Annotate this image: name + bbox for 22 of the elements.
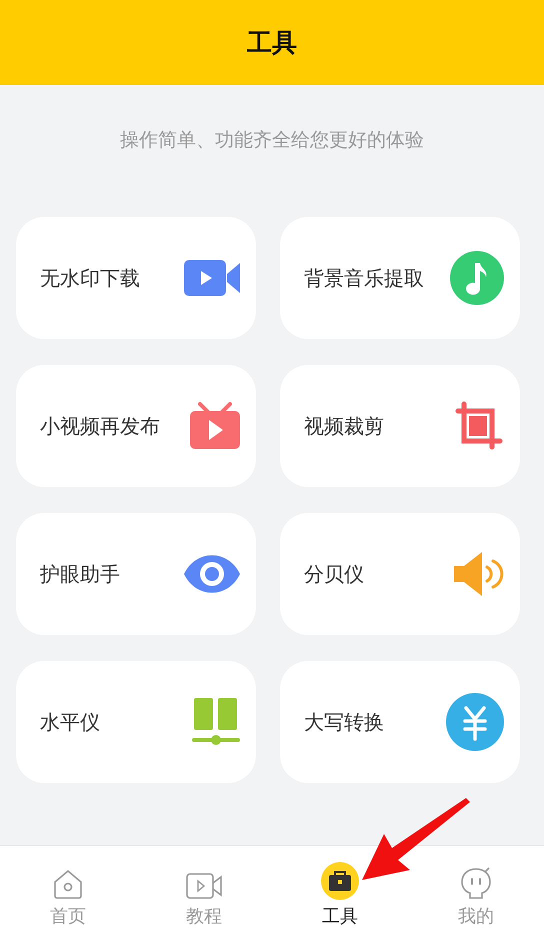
tool-card[interactable]: 分贝仪 [280, 513, 520, 635]
subtitle: 操作简单、功能齐全给您更好的体验 [120, 128, 424, 153]
tool-card[interactable]: 护眼助手 [16, 513, 256, 635]
tool-card[interactable]: 无水印下载 [16, 217, 256, 339]
eye-icon [184, 555, 240, 593]
header-title: 工具 [247, 27, 297, 59]
speaker-icon [454, 552, 504, 596]
tool-card[interactable]: 小视频再发布 [16, 365, 256, 487]
tool-card[interactable]: 背景音乐提取 [280, 217, 520, 339]
crop-icon [454, 401, 504, 451]
home-icon [52, 868, 84, 900]
tool-card[interactable]: 水平仪 [16, 661, 256, 783]
tool-card[interactable]: 视频裁剪 [280, 365, 520, 487]
music-note-icon [450, 251, 504, 305]
toolbox-icon [321, 862, 359, 900]
video-camera-icon [186, 872, 222, 900]
ghost-face-icon [459, 866, 493, 900]
level-icon [192, 698, 240, 746]
yuan-icon [446, 693, 504, 751]
video-camera-icon [184, 260, 240, 296]
tool-card[interactable]: 大写转换 [280, 661, 520, 783]
tv-play-icon [190, 402, 240, 450]
